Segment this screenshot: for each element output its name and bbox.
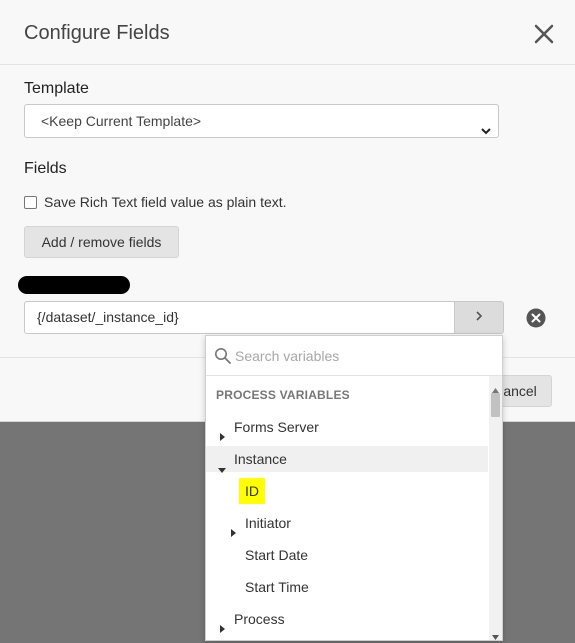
variable-item-start-date[interactable]: Start Date <box>206 542 488 568</box>
variable-item-start-time[interactable]: Start Time <box>206 574 488 600</box>
variables-dropdown: Search variables PROCESS VARIABLES Forms… <box>205 335 503 641</box>
open-variables-button[interactable] <box>454 301 504 334</box>
search-icon <box>214 347 232 370</box>
template-label: Template <box>24 80 89 97</box>
variable-item-process[interactable]: Process <box>206 606 488 633</box>
variable-item-id[interactable]: ID <box>206 478 488 504</box>
close-icon[interactable] <box>533 23 555 45</box>
variable-item-forms-server[interactable]: Forms Server <box>206 414 488 441</box>
process-variables-heading: PROCESS VARIABLES <box>216 388 350 402</box>
plain-text-checkbox[interactable] <box>24 195 37 209</box>
template-select-value: <Keep Current Template> <box>41 113 202 129</box>
plain-text-checkbox-label: Save Rich Text field value as plain text… <box>44 194 287 210</box>
chevron-down-icon <box>480 116 492 148</box>
plain-text-option: Save Rich Text field value as plain text… <box>24 194 287 210</box>
template-select[interactable]: <Keep Current Template> <box>24 104 499 138</box>
add-remove-fields-button[interactable]: Add / remove fields <box>24 226 179 258</box>
remove-field-icon[interactable] <box>526 308 546 328</box>
chevron-right-icon <box>474 309 484 327</box>
variables-scrollbar[interactable] <box>489 376 502 640</box>
fields-label: Fields <box>24 160 67 177</box>
variables-list: PROCESS VARIABLES Forms Server Instance … <box>206 376 488 640</box>
redacted-field-label <box>18 276 130 294</box>
search-variables-input[interactable]: Search variables <box>235 348 339 364</box>
caret-right-icon <box>220 615 226 640</box>
scrollbar-thumb[interactable] <box>491 393 500 417</box>
variable-item-instance[interactable]: Instance <box>206 446 488 473</box>
dialog-title: Configure Fields <box>24 22 170 44</box>
field-value-input[interactable]: {/dataset/_instance_id} <box>24 301 454 334</box>
variables-search[interactable]: Search variables <box>206 336 502 376</box>
scroll-down-icon[interactable] <box>492 627 499 640</box>
dialog-header: Configure Fields <box>0 0 575 65</box>
variable-item-initiator[interactable]: Initiator <box>206 510 488 537</box>
